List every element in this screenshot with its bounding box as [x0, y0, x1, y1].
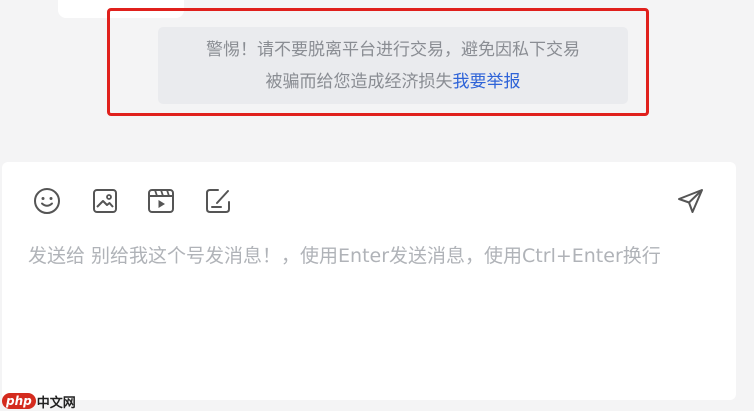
- watermark-site: 中文网: [36, 395, 76, 411]
- site-watermark: php 中文网: [2, 391, 76, 411]
- send-icon[interactable]: [676, 186, 706, 216]
- chat-window: 警惕！请不要脱离平台进行交易，避免因私下交易 被骗而给您造成经济损失我要举报 发…: [0, 0, 754, 411]
- highlight-annotation-box: [107, 8, 649, 116]
- right-border: [738, 0, 754, 411]
- message-composer: 发送给 别给我这个号发消息！，使用Enter发送消息，使用Ctrl+Enter换…: [2, 162, 736, 400]
- bottom-border: [0, 400, 754, 411]
- video-icon[interactable]: [146, 186, 176, 216]
- message-input[interactable]: 发送给 别给我这个号发消息！，使用Enter发送消息，使用Ctrl+Enter换…: [28, 240, 718, 272]
- image-icon[interactable]: [90, 186, 120, 216]
- emoji-icon[interactable]: [32, 186, 62, 216]
- edit-note-icon[interactable]: [203, 186, 233, 216]
- watermark-brand: php: [2, 393, 36, 409]
